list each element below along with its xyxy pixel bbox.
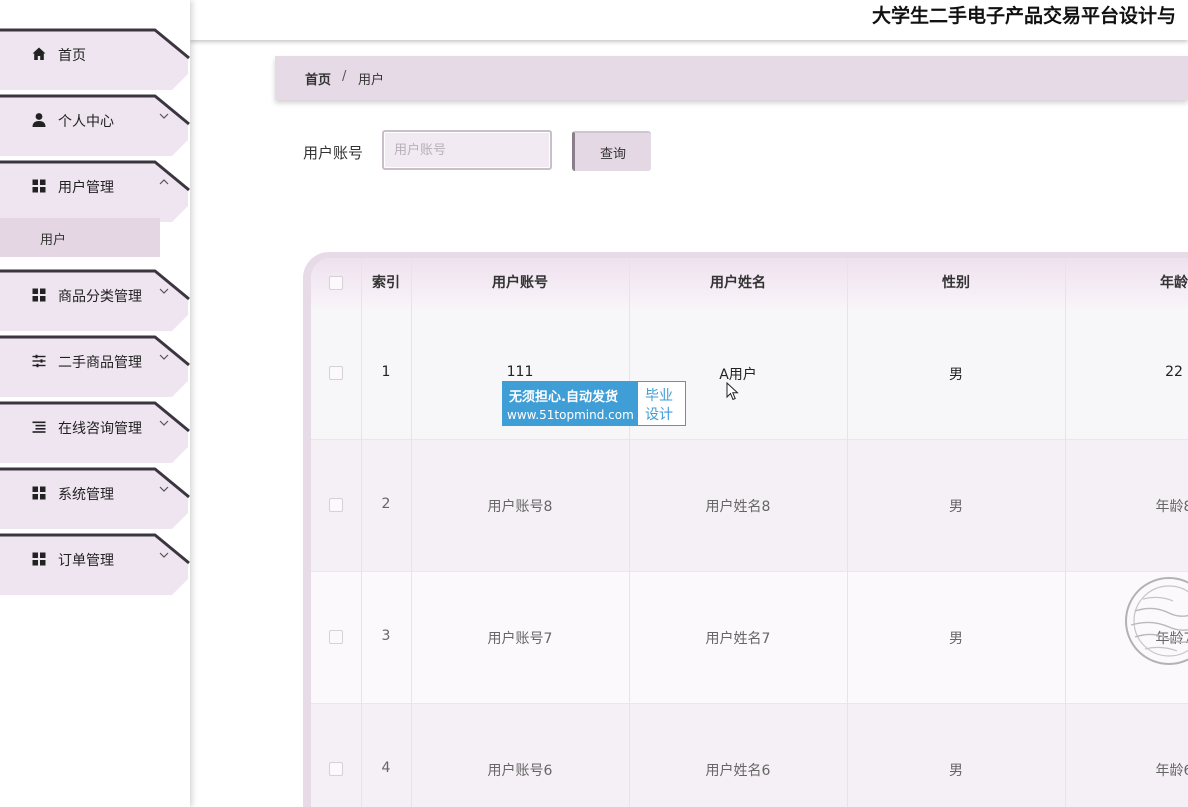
cell-age: 年龄8: [1155, 499, 1188, 515]
sidebar-item-label: 在线咨询管理: [58, 421, 142, 437]
watermark-text-1: 无须担心.自动发货: [509, 390, 618, 405]
search-button[interactable]: 查询: [572, 131, 651, 171]
chevron-down-icon: [159, 552, 169, 558]
sidebar-item-label: 二手商品管理: [58, 355, 142, 371]
column-divider: [361, 258, 362, 807]
cell-index: 2: [381, 496, 391, 512]
mouse-cursor-icon: [726, 382, 739, 401]
sidebar: 首页个人中心用户管理商品分类管理 二手商品管理 在线咨询管理 系统管理订单管理 用户: [0, 0, 190, 807]
table-header: 索引 用户账号 用户姓名 性别 年龄: [311, 258, 1188, 308]
sidebar-subitem-user[interactable]: 用户: [0, 218, 160, 257]
chevron-up-icon: [159, 179, 169, 185]
sidebar-item-label: 用户管理: [58, 180, 114, 196]
cell-index: 1: [381, 364, 391, 380]
chevron-down-icon: [159, 486, 169, 492]
cell-age: 22: [1165, 364, 1183, 380]
sidebar-item-label: 订单管理: [58, 553, 114, 569]
grid-icon: [31, 551, 47, 567]
chevron-down-icon: [159, 420, 169, 426]
cell-gender: 男: [949, 367, 963, 383]
sidebar-item-personal-center[interactable]: 个人中心: [0, 92, 190, 156]
sidebar-item-label: 个人中心: [58, 114, 114, 130]
breadcrumb: 首页 / 用户: [275, 56, 1188, 100]
breadcrumb-separator: /: [342, 69, 347, 84]
breadcrumb-current: 用户: [358, 73, 385, 88]
watermark-text-2: www.51topmind.com: [507, 408, 634, 422]
search-input[interactable]: [382, 130, 552, 170]
sidebar-item-home[interactable]: 首页: [0, 26, 190, 90]
sidebar-item-label: 系统管理: [58, 487, 114, 503]
sidebar-item-category-management[interactable]: 商品分类管理: [0, 267, 190, 331]
row-checkbox[interactable]: [329, 630, 343, 644]
header-age: 年龄: [1160, 275, 1188, 291]
table-row[interactable]: 4 用户账号6 用户姓名6 男 年龄6: [311, 704, 1188, 807]
row-checkbox[interactable]: [329, 498, 343, 512]
header-account: 用户账号: [492, 275, 548, 291]
site-title: 大学生二手电子产品交易平台设计与: [872, 5, 1177, 27]
grid-icon: [31, 485, 47, 501]
watermark-text-4: 设计: [645, 407, 673, 423]
cell-account: 用户账号8: [487, 499, 553, 515]
stamp-watermark-icon: [1125, 577, 1188, 665]
sidebar-subitem-label: 用户: [40, 233, 67, 248]
table-row[interactable]: 2 用户账号8 用户姓名8 男 年龄8: [311, 440, 1188, 572]
chevron-down-icon: [159, 113, 169, 119]
column-divider: [1065, 258, 1066, 807]
search-label: 用户账号: [303, 144, 364, 162]
cell-index: 4: [381, 760, 391, 776]
cell-gender: 男: [949, 631, 963, 647]
data-table: 索引 用户账号 用户姓名 性别 年龄 1 111 A用户男 22 2 用户账号8 用户姓名8…: [303, 252, 1188, 807]
sidebar-item-order-management[interactable]: 订单管理: [0, 531, 190, 595]
cell-name: 用户姓名6: [705, 763, 771, 779]
cell-account: 用户账号6: [487, 763, 553, 779]
chevron-down-icon: [159, 354, 169, 360]
cell-name: 用户姓名7: [705, 631, 771, 647]
sidebar-item-consult-management[interactable]: 在线咨询管理: [0, 399, 190, 463]
cell-gender: 男: [949, 763, 963, 779]
select-all-checkbox[interactable]: [329, 276, 343, 290]
column-divider: [847, 258, 848, 807]
cell-account: 用户账号7: [487, 631, 553, 647]
header-name: 用户姓名: [710, 275, 766, 291]
column-divider: [629, 258, 630, 807]
row-checkbox[interactable]: [329, 366, 343, 380]
grid-icon: [31, 178, 47, 194]
column-divider: [411, 258, 412, 807]
cell-name: 用户姓名8: [705, 499, 771, 515]
cell-age: 年龄6: [1155, 763, 1188, 779]
row-checkbox[interactable]: [329, 762, 343, 776]
cell-index: 3: [381, 628, 391, 644]
sidebar-item-goods-management[interactable]: 二手商品管理: [0, 333, 190, 397]
top-bar: 大学生二手电子产品交易平台设计与: [190, 0, 1188, 40]
sidebar-item-label: 首页: [58, 48, 86, 64]
sidebar-item-user-management[interactable]: 用户管理: [0, 158, 190, 222]
grid-icon: [31, 287, 47, 303]
header-gender: 性别: [942, 275, 970, 291]
table-row[interactable]: 3 用户账号7 用户姓名7 男年龄7: [311, 572, 1188, 704]
cell-gender: 男: [949, 499, 963, 515]
watermark-text-3: 毕业: [645, 388, 673, 404]
user-icon: [31, 112, 47, 128]
chevron-down-icon: [159, 288, 169, 294]
home-icon: [31, 46, 47, 62]
list-icon: [31, 419, 47, 435]
breadcrumb-home[interactable]: 首页: [305, 69, 331, 88]
header-index: 索引: [372, 275, 400, 291]
watermark-banner: 无须担心.自动发货 www.51topmind.com 毕业 设计: [502, 381, 686, 426]
table-row[interactable]: 1 111 A用户男 22: [311, 308, 1188, 440]
table-body: 索引 用户账号 用户姓名 性别 年龄 1 111 A用户男 22 2 用户账号8 用户姓名8…: [311, 258, 1188, 807]
sidebar-item-label: 商品分类管理: [58, 289, 142, 305]
sliders-icon: [31, 353, 47, 369]
sidebar-item-system-management[interactable]: 系统管理: [0, 465, 190, 529]
